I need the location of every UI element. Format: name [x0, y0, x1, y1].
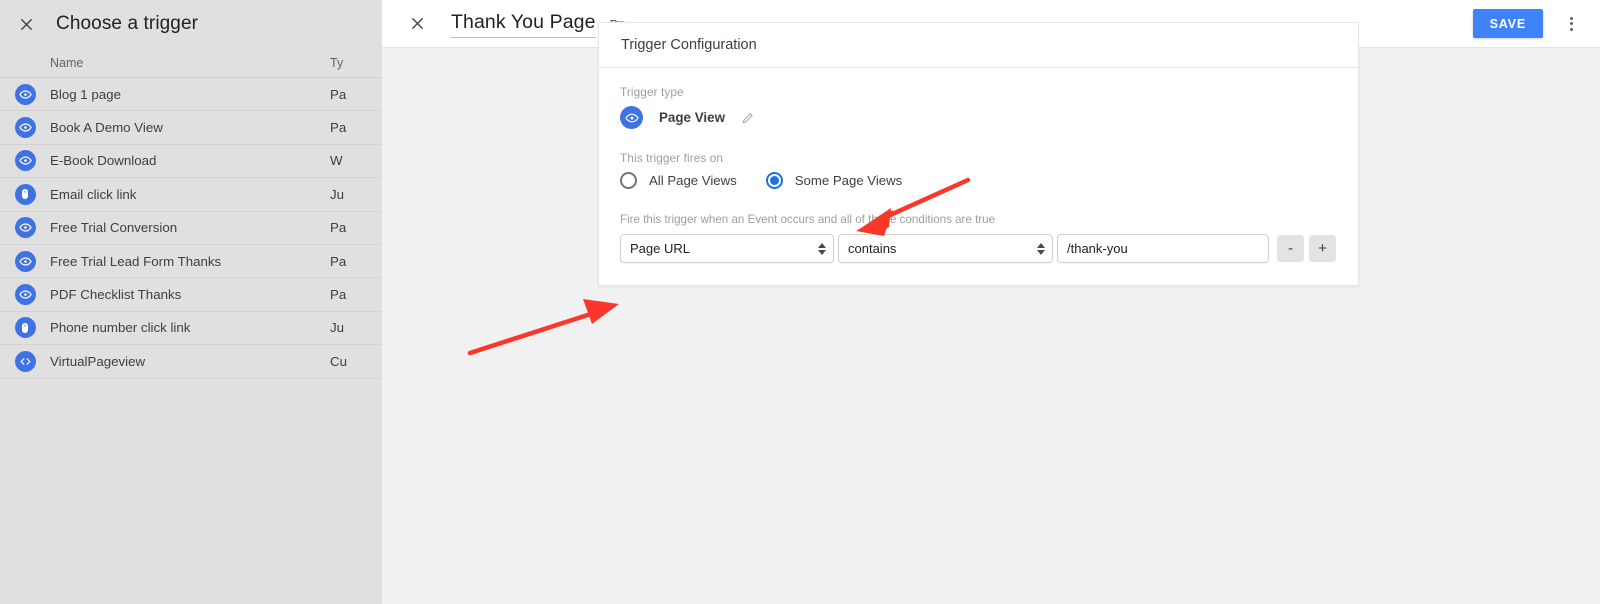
- chevron-updown-icon: [1037, 242, 1045, 255]
- trigger-list-item[interactable]: Free Trial Conversion Pa: [0, 212, 382, 245]
- chevron-updown-icon: [818, 242, 826, 255]
- trigger-type: Pa: [330, 120, 347, 136]
- trigger-list-item[interactable]: Email click link Ju: [0, 178, 382, 212]
- trigger-icon-cell: [0, 183, 50, 205]
- trigger-icon-cell: [0, 284, 50, 306]
- trigger-type: Ju: [330, 320, 345, 336]
- trigger-name: PDF Checklist Thanks: [50, 287, 182, 303]
- trigger-icon-cell: [0, 117, 50, 139]
- column-header-type: Ty: [330, 55, 344, 70]
- gtm-trigger-editor: Choose a trigger Name Ty Blog 1 page Pa Bo…: [0, 0, 1600, 604]
- card-body: Trigger type Page View This trigger fire…: [599, 68, 1358, 285]
- radio-label: All Page Views: [649, 173, 737, 188]
- fires-on-label: This trigger fires on: [620, 151, 724, 165]
- code-icon: [14, 350, 36, 372]
- eye-icon: [14, 217, 36, 239]
- trigger-list-item[interactable]: Blog 1 page Pa: [0, 78, 382, 112]
- remove-condition-button[interactable]: -: [1277, 235, 1304, 262]
- eye-icon: [14, 117, 36, 139]
- radio-all-page-views[interactable]: All Page Views: [620, 172, 737, 189]
- kebab-dot: [1569, 16, 1573, 20]
- eye-icon: [14, 83, 36, 105]
- fires-on-radio-group: All Page Views Some Page Views: [620, 172, 1336, 189]
- trigger-name: Free Trial Conversion: [50, 220, 178, 236]
- trigger-type: Pa: [330, 287, 347, 303]
- trigger-list-item[interactable]: VirtualPageview Cu: [0, 345, 382, 379]
- radio-dot: [769, 176, 779, 185]
- trigger-icon-cell: [0, 83, 50, 105]
- pencil-icon[interactable]: [741, 111, 755, 125]
- trigger-type-row[interactable]: Page View: [620, 106, 1336, 129]
- radio-some-page-views[interactable]: Some Page Views: [765, 172, 903, 189]
- trigger-icon-cell: [0, 217, 50, 239]
- trigger-type-label: Trigger type: [620, 85, 684, 99]
- trigger-name: VirtualPageview: [50, 353, 146, 369]
- trigger-list-column-headers: Name Ty: [0, 48, 382, 78]
- trigger-type: Ju: [330, 186, 345, 202]
- radio-label: Some Page Views: [794, 173, 903, 188]
- click-icon: [14, 183, 36, 205]
- trigger-icon-cell: [0, 317, 50, 339]
- radio-indicator-selected: [765, 172, 783, 189]
- trigger-type: Cu: [330, 353, 347, 369]
- trigger-name-input[interactable]: Thank You Page: [451, 10, 596, 38]
- condition-operator-select[interactable]: contains: [838, 234, 1053, 263]
- sidebar-title: Choose a trigger: [56, 13, 199, 34]
- chevron-down-icon: [1037, 249, 1045, 255]
- eye-icon: [14, 284, 36, 306]
- trigger-name: Book A Demo View: [50, 120, 163, 136]
- trigger-name: Free Trial Lead Form Thanks: [50, 253, 222, 269]
- trigger-icon-cell: [0, 250, 50, 272]
- conditions-label: Fire this trigger when an Event occurs a…: [620, 213, 996, 226]
- trigger-type: W: [330, 153, 343, 169]
- trigger-type: Pa: [330, 86, 347, 102]
- condition-variable-value: Page URL: [630, 241, 690, 256]
- trigger-name: E-Book Download: [50, 153, 157, 169]
- trigger-type-value: Page View: [659, 110, 725, 125]
- card-heading: Trigger Configuration: [599, 23, 1358, 68]
- chevron-down-icon: [818, 249, 826, 255]
- trigger-icon-cell: [0, 350, 50, 372]
- trigger-type: Pa: [330, 220, 347, 236]
- save-button[interactable]: SAVE: [1472, 9, 1543, 38]
- trigger-list-item[interactable]: Book A Demo View Pa: [0, 111, 382, 145]
- trigger-name: Email click link: [50, 186, 137, 202]
- kebab-dot: [1569, 22, 1573, 25]
- close-icon[interactable]: [404, 11, 430, 37]
- trigger-list-item[interactable]: E-Book Download W: [0, 145, 382, 179]
- kebab-dot: [1569, 27, 1573, 31]
- chevron-up-icon: [818, 242, 826, 248]
- trigger-list: Blog 1 page Pa Book A Demo View Pa E-Book Do…: [0, 78, 382, 379]
- condition-row: Page URL contains -: [620, 234, 1336, 263]
- add-condition-button[interactable]: +: [1309, 235, 1336, 262]
- condition-variable-select[interactable]: Page URL: [620, 234, 834, 263]
- trigger-list-item[interactable]: Free Trial Lead Form Thanks Pa: [0, 245, 382, 279]
- condition-operator-value: contains: [848, 241, 897, 256]
- trigger-edit-panel: Thank You Page SAVE Trigger Configuratio…: [382, 0, 1600, 604]
- more-vert-icon[interactable]: [1556, 9, 1586, 39]
- column-header-name: Name: [50, 55, 84, 70]
- choose-trigger-panel: Choose a trigger Name Ty Blog 1 page Pa Bo…: [0, 0, 382, 604]
- click-icon: [14, 317, 36, 339]
- trigger-name: Phone number click link: [50, 320, 191, 336]
- radio-indicator: [620, 172, 637, 189]
- trigger-icon-cell: [0, 150, 50, 172]
- trigger-configuration-card: Trigger Configuration Trigger type Page …: [598, 22, 1359, 286]
- trigger-list-item[interactable]: Phone number click link Ju: [0, 312, 382, 346]
- trigger-name: Blog 1 page: [50, 86, 121, 102]
- sidebar-header: Choose a trigger: [0, 0, 382, 48]
- trigger-type: Pa: [330, 253, 347, 269]
- eye-icon: [620, 106, 643, 129]
- close-icon[interactable]: [13, 11, 39, 37]
- chevron-up-icon: [1037, 242, 1045, 248]
- trigger-list-item[interactable]: PDF Checklist Thanks Pa: [0, 278, 382, 312]
- condition-value-input[interactable]: [1057, 234, 1269, 263]
- eye-icon: [14, 150, 36, 172]
- eye-icon: [14, 250, 36, 272]
